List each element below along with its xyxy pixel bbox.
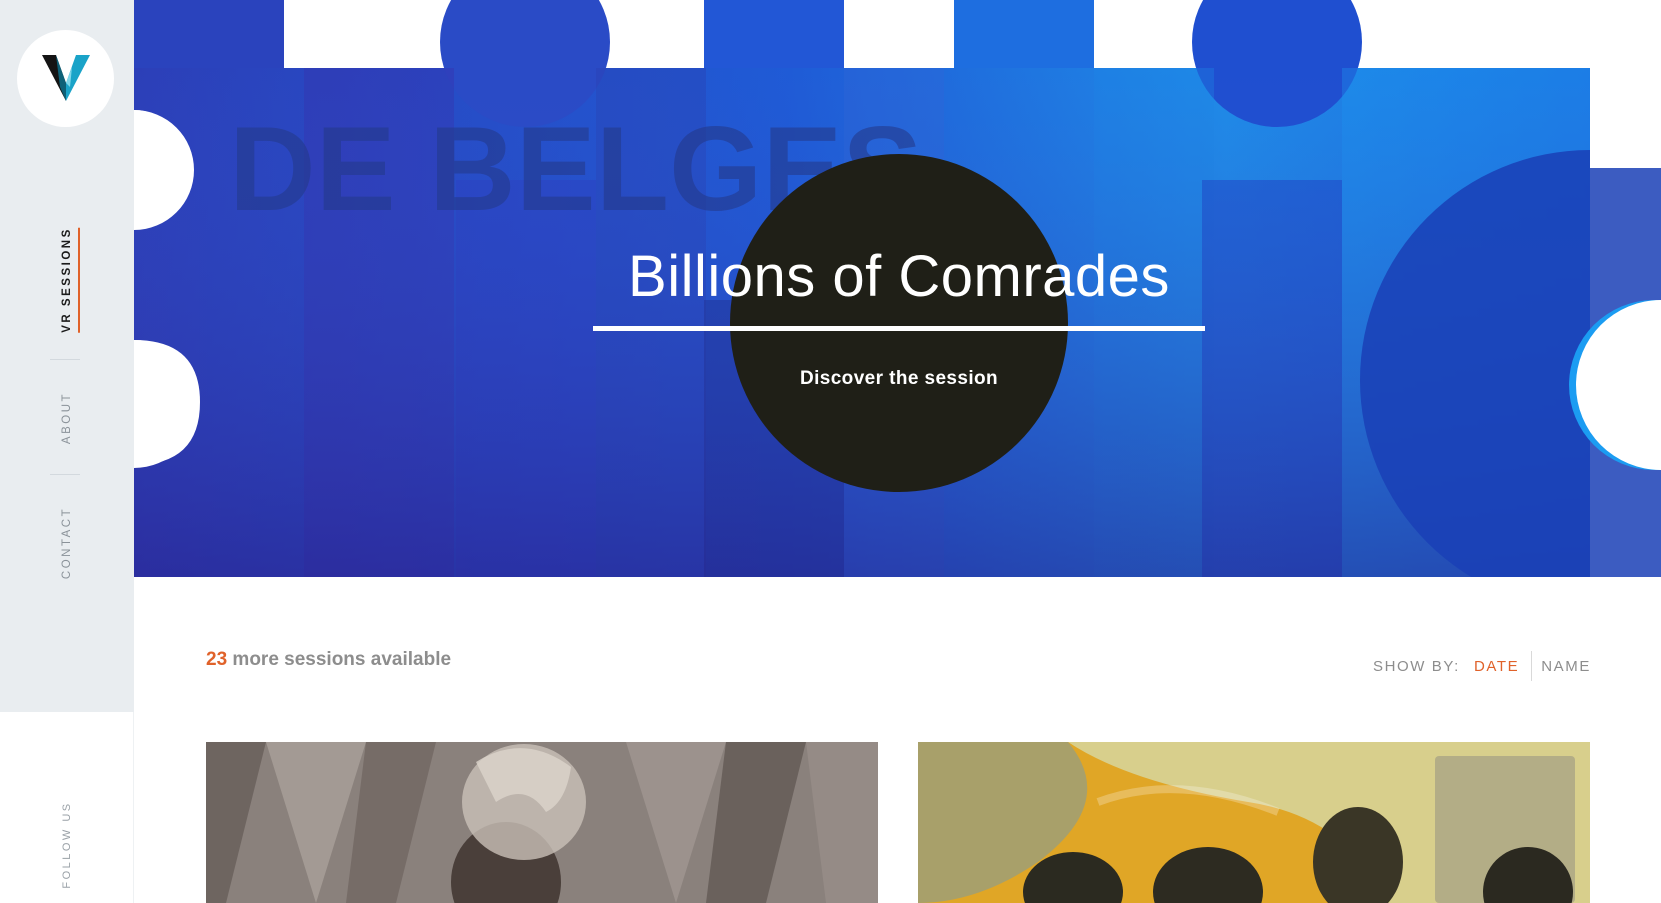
discover-session-link[interactable]: Discover the session (730, 368, 1068, 390)
nav-about-label: ABOUT (61, 391, 73, 445)
nav-vr-sessions[interactable]: VR SESSIONS (61, 227, 80, 333)
hero-banner[interactable]: DE BELGES Billions of Comrades Discover … (134, 0, 1661, 577)
nav-contact-label: CONTACT (61, 506, 73, 580)
hero-title-underline (593, 326, 1205, 331)
sidebar: VR SESSIONS ABOUT CONTACT FOLLOW US (0, 0, 134, 903)
session-card[interactable] (206, 742, 878, 903)
hero-title: Billions of Comrades (628, 244, 1170, 309)
sessions-count-number: 23 (206, 649, 228, 670)
nav-about[interactable]: ABOUT (61, 392, 73, 444)
sessions-count-text: more sessions available (227, 649, 452, 670)
nav-contact[interactable]: CONTACT (61, 507, 73, 579)
v-logo-icon (41, 54, 90, 101)
follow-us-label: FOLLOW US (60, 801, 73, 889)
logo[interactable] (17, 30, 114, 127)
session-card[interactable] (918, 742, 1590, 903)
hero-focus-circle (730, 154, 1068, 492)
nav-divider (50, 359, 80, 360)
nav-divider (50, 474, 80, 475)
nav-vr-sessions-label: VR SESSIONS (61, 227, 73, 333)
show-by-label: SHOW BY: (1372, 657, 1460, 675)
sort-divider (1531, 651, 1533, 681)
sort-by-name-button[interactable]: NAME (1541, 658, 1591, 675)
sessions-count: 23 more sessions available (206, 649, 451, 671)
sort-by-date-button[interactable]: DATE (1474, 658, 1519, 675)
active-indicator (78, 227, 80, 333)
session-card-image (206, 742, 878, 903)
session-card-image (918, 742, 1590, 903)
sort-controls: SHOW BY: DATE NAME (1373, 651, 1591, 681)
